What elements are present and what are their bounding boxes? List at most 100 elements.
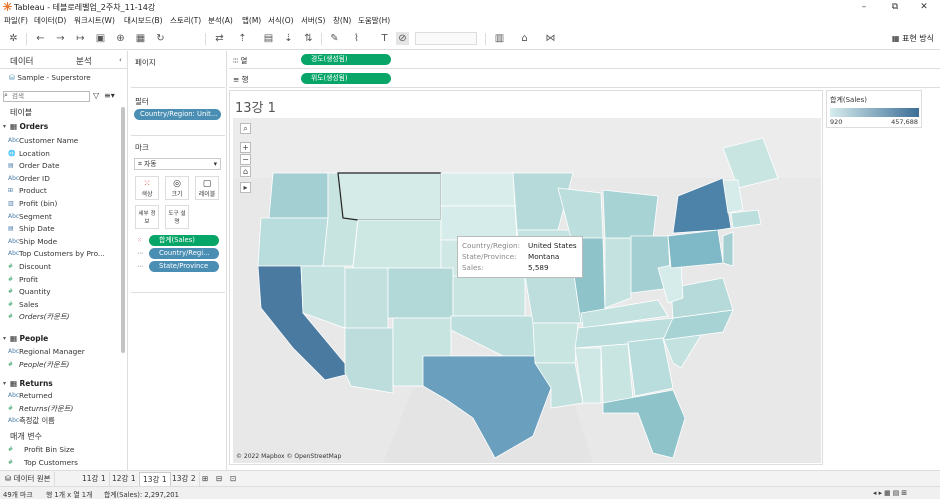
menu-worksheet[interactable]: 워크시트(W) — [74, 15, 115, 26]
new-sheet-icon[interactable]: ▦ — [134, 32, 147, 45]
field-item[interactable]: Quantity — [19, 287, 51, 296]
state-arizona[interactable] — [344, 327, 394, 394]
share-icon[interactable]: ⋈ — [544, 32, 557, 45]
field-item[interactable]: People(카운트) — [19, 360, 69, 370]
field-item[interactable]: Returned — [19, 391, 52, 400]
restore-button[interactable]: ⧉ — [889, 1, 901, 13]
map-search-icon[interactable]: ⌕ — [240, 123, 251, 134]
sort-desc-icon[interactable]: ⇣ — [282, 32, 295, 45]
rows-pill-latitude[interactable]: 위도(생성됨) — [301, 73, 391, 84]
mark-pill-sales[interactable]: 합계(Sales) — [149, 235, 219, 246]
color-legend[interactable]: 합계(Sales) 920 457,688 — [826, 90, 922, 128]
state-utah[interactable] — [344, 267, 389, 329]
state-kansas[interactable] — [452, 275, 526, 317]
menu-help[interactable]: 도움말(H) — [358, 15, 390, 26]
size-button[interactable]: ◎ 크기 — [165, 176, 189, 200]
map-area[interactable]: ⌕ + − ⌂ ▸ Country/Region: United States S… — [233, 118, 821, 463]
menu-story[interactable]: 스토리(T) — [170, 15, 201, 26]
mark-type-dropdown[interactable]: ⌗ 자동 ▾ — [134, 158, 221, 170]
state-colorado[interactable] — [387, 267, 454, 319]
zoom-in-icon[interactable]: + — [240, 142, 251, 153]
menu-window[interactable]: 창(N) — [333, 15, 351, 26]
state-new-jersey[interactable] — [722, 231, 734, 267]
tab-datasource[interactable]: ⛁ 데이터 원본 — [2, 472, 55, 486]
tab-data[interactable]: 데이터 — [10, 55, 33, 67]
field-item[interactable]: Discount — [19, 262, 51, 271]
state-montana[interactable] — [337, 172, 442, 221]
field-item[interactable]: Returns(카운트) — [19, 404, 73, 414]
save-icon[interactable]: ▣ — [94, 32, 107, 45]
field-item[interactable]: Profit (bin) — [19, 199, 57, 208]
label-button[interactable]: ▢ 레이블 — [195, 176, 219, 200]
pin-icon[interactable]: ⌇ — [350, 32, 363, 45]
expand-orders-icon[interactable]: ▾ — [3, 123, 6, 130]
field-item[interactable]: Sales — [19, 300, 38, 309]
tableau-home-icon[interactable]: ✲ — [7, 32, 20, 45]
field-item[interactable]: 측정값 이름 — [19, 416, 55, 426]
group-people[interactable]: ▦ People — [10, 334, 48, 343]
field-item[interactable]: Product — [19, 186, 47, 195]
search-input[interactable] — [3, 91, 90, 102]
rows-shelf[interactable]: ≡ 행 위도(생성됨) — [229, 70, 940, 88]
menu-server[interactable]: 서버(S) — [301, 15, 325, 26]
tooltip-button[interactable]: 도구 설명 — [165, 205, 189, 229]
fit-dropdown[interactable] — [415, 32, 477, 45]
color-button[interactable]: ⁙ 색상 — [135, 176, 159, 200]
new-story-icon[interactable]: ⊡ — [227, 472, 239, 486]
sort-asc-icon[interactable]: ⇡ — [236, 32, 249, 45]
map-toolbar-expand-icon[interactable]: ▸ — [240, 182, 251, 193]
status-nav-icons[interactable]: ◂ ▸ ▦ ▤ ⊞ — [873, 489, 907, 497]
new-dashboard-icon[interactable]: ⊟ — [213, 472, 225, 486]
field-item[interactable]: Profit — [19, 275, 38, 284]
group-icon[interactable]: ▤ — [262, 32, 275, 45]
highlight-icon[interactable]: ✎ — [328, 32, 341, 45]
field-item[interactable]: Order ID — [19, 174, 50, 183]
state-oregon[interactable] — [257, 217, 329, 267]
text-icon[interactable]: T — [378, 32, 391, 45]
clear-filter-icon[interactable]: ⊘ — [396, 32, 409, 45]
show-me-button[interactable]: ▦ 표현 방식 — [892, 33, 934, 44]
state-indiana[interactable] — [604, 237, 632, 309]
map-copyright[interactable]: © 2022 Mapbox © OpenStreetMap — [236, 453, 341, 460]
us-map[interactable] — [233, 118, 821, 463]
show-cards-icon[interactable]: ▥ — [493, 32, 506, 45]
field-item[interactable]: Top Customers by Pro... — [19, 249, 105, 258]
new-datasource-icon[interactable]: ⊕ — [114, 32, 127, 45]
group-orders[interactable]: ▦ Orders — [10, 122, 48, 131]
menu-file[interactable]: 파일(F) — [4, 15, 28, 26]
state-washington[interactable] — [268, 172, 329, 219]
state-wyoming[interactable] — [352, 219, 442, 269]
field-item[interactable]: Ship Mode — [19, 237, 57, 246]
state-south-dakota[interactable] — [440, 205, 518, 241]
datasource-name[interactable]: ⛁ Sample - Superstore — [9, 73, 91, 82]
columns-shelf[interactable]: ⦙⦙⦙ 열 경도(생성됨) — [229, 51, 940, 69]
mark-pill-country[interactable]: Country/Regi... — [149, 248, 219, 259]
tab-sheet-13-1[interactable]: 13강 1 — [139, 472, 171, 486]
detail-button[interactable]: 세부 정보 — [135, 205, 159, 229]
collapse-pane-icon[interactable]: ‹ — [119, 56, 122, 64]
menu-map[interactable]: 맵(M) — [242, 15, 261, 26]
zoom-out-icon[interactable]: − — [240, 154, 251, 165]
state-michigan[interactable] — [602, 189, 659, 239]
tab-sheet-11-1[interactable]: 11강 1 — [79, 472, 110, 486]
redo-2-icon[interactable]: ↦ — [74, 32, 87, 45]
redo-icon[interactable]: → — [54, 32, 67, 45]
menu-format[interactable]: 서식(O) — [268, 15, 294, 26]
state-north-dakota[interactable] — [440, 172, 516, 207]
view-options-icon[interactable]: ≡▾ — [104, 91, 115, 100]
mark-pill-state[interactable]: State/Province — [149, 261, 219, 272]
field-item[interactable]: Location — [19, 149, 50, 158]
field-item[interactable]: Customer Name — [19, 136, 78, 145]
menu-analysis[interactable]: 분석(A) — [208, 15, 233, 26]
menu-data[interactable]: 데이터(D) — [34, 15, 66, 26]
undo-icon[interactable]: ← — [34, 32, 47, 45]
field-item[interactable]: Segment — [19, 212, 52, 221]
minimize-button[interactable]: – — [858, 1, 870, 13]
new-worksheet-icon[interactable]: ⊞ — [199, 472, 211, 486]
swap-icon[interactable]: ⇄ — [213, 32, 226, 45]
field-item[interactable]: Order Date — [19, 161, 60, 170]
close-button[interactable]: ✕ — [918, 1, 930, 13]
expand-people-icon[interactable]: ▾ — [3, 335, 6, 342]
param-profit-bin-size[interactable]: Profit Bin Size — [24, 445, 74, 454]
param-top-customers[interactable]: Top Customers — [24, 458, 78, 467]
